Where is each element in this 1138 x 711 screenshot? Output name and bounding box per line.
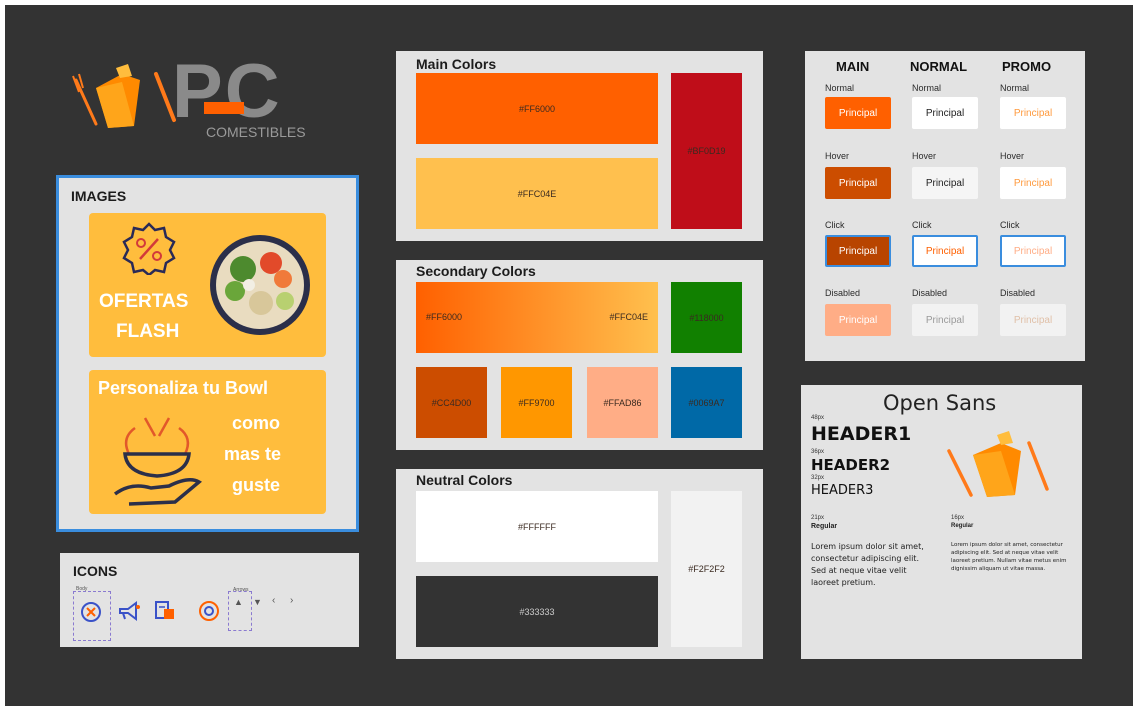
promo-button-click[interactable]: Principal	[1000, 235, 1066, 267]
ofertas-line2: FLASH	[116, 321, 180, 342]
swatch-yellow[interactable]: #FFC04E	[416, 158, 658, 229]
state-disabled-normal: Disabled	[912, 288, 948, 298]
state-hover-main: Hover	[825, 151, 850, 161]
close-circle-icon[interactable]	[80, 601, 102, 623]
state-disabled-main: Disabled	[825, 288, 861, 298]
normal-button-hover[interactable]: Principal	[912, 167, 978, 199]
column-normal: NORMAL	[910, 59, 968, 74]
swatch-gradient[interactable]: #FF6000 #FFC04E	[416, 282, 658, 353]
body2-sample: Lorem ipsum dolor sit amet, consectetur …	[951, 542, 1067, 572]
state-click-promo: Click	[1000, 220, 1020, 230]
normal-button-normal[interactable]: Principal	[912, 97, 978, 129]
column-main: MAIN	[836, 59, 870, 74]
logo: PC COMESTIBLES	[70, 49, 350, 144]
state-hover-promo: Hover	[1000, 151, 1025, 161]
personaliza-line1: como	[232, 413, 281, 433]
logo-letters: PC	[172, 49, 282, 134]
swatch-amber[interactable]: #FF9700	[501, 367, 572, 438]
arrow-up-icon[interactable]: ▲	[234, 597, 243, 607]
receipt-icon[interactable]	[152, 599, 178, 623]
personaliza-line3: guste	[232, 475, 281, 495]
swatch-peach[interactable]: #FFAD86	[587, 367, 658, 438]
state-normal-promo: Normal	[1000, 83, 1030, 93]
main-button-hover[interactable]: Principal	[825, 167, 891, 199]
font-name: Open Sans	[883, 391, 997, 415]
promo-button-hover[interactable]: Principal	[1000, 167, 1066, 199]
h1-sample: HEADER1	[811, 423, 912, 445]
swatch-green[interactable]: #118000	[671, 282, 742, 353]
state-hover-normal: Hover	[912, 151, 937, 161]
personaliza-bowl-card[interactable]: Personaliza tu Bowl como mas te guste	[89, 370, 326, 514]
ofertas-line1: OFERTAS	[99, 291, 189, 312]
column-promo: PROMO	[1002, 59, 1052, 74]
promo-button-disabled[interactable]: Principal	[1000, 304, 1066, 336]
h2-size: 36px	[811, 449, 825, 455]
body2-size: 16px	[951, 515, 965, 521]
main-colors-panel: Main Colors #FF6000 #FFC04E #BF0D19	[396, 51, 763, 241]
normal-button-click[interactable]: Principal	[912, 235, 978, 267]
swatch-orange[interactable]: #FF6000	[416, 73, 658, 144]
h3-sample: HEADER3	[811, 483, 874, 498]
ofertas-flash-card[interactable]: OFERTAS FLASH	[89, 213, 326, 357]
swatch-dark-orange[interactable]: #CC4D00	[416, 367, 487, 438]
body2-weight: Regular	[951, 523, 974, 529]
secondary-colors-title: Secondary Colors	[416, 263, 536, 279]
megaphone-icon[interactable]	[116, 599, 142, 623]
arrow-down-icon[interactable]: ▼	[253, 597, 262, 607]
gradient-start-label: #FF6000	[426, 312, 463, 322]
body1-size: 21px	[811, 515, 825, 521]
body1-sample: Lorem ipsum dolor sit amet, consectetur …	[811, 542, 924, 587]
salad-bowl-image	[210, 235, 310, 335]
swatch-light-gray[interactable]: #F2F2F2	[671, 491, 742, 647]
state-normal-main: Normal	[825, 83, 855, 93]
state-normal-normal: Normal	[912, 83, 942, 93]
gradient-end-label: #FFC04E	[609, 312, 648, 322]
promo-button-normal[interactable]: Principal	[1000, 97, 1066, 129]
refresh-coin-icon[interactable]	[196, 599, 222, 623]
bowl-hand-icon	[113, 417, 203, 506]
h2-sample: HEADER2	[811, 456, 891, 474]
personaliza-line2: mas te	[224, 444, 282, 464]
secondary-colors-panel: Secondary Colors #FF6000 #FFC04E #118000…	[396, 260, 763, 450]
body1-weight: Regular	[811, 523, 838, 530]
h3-size: 32px	[811, 475, 825, 481]
swatch-white[interactable]: #FFFFFF	[416, 491, 658, 562]
icons-title: ICONS	[73, 563, 118, 579]
main-button-click[interactable]: Principal	[825, 235, 891, 267]
normal-button-disabled[interactable]: Principal	[912, 304, 978, 336]
percent-badge-icon	[122, 222, 176, 275]
button-states-panel: MAIN NORMAL PROMO Normal Normal Normal P…	[805, 51, 1085, 361]
images-title: IMAGES	[71, 188, 127, 204]
icons-panel: ICONS Body Arrows ▲ ▼ ‹ ›	[60, 553, 359, 647]
neutral-colors-panel: Neutral Colors #FFFFFF #333333 #F2F2F2	[396, 469, 763, 659]
swatch-charcoal[interactable]: #333333	[416, 576, 658, 647]
arrow-left-icon[interactable]: ‹	[272, 595, 275, 606]
logo-mark-icon	[72, 64, 176, 128]
main-button-normal[interactable]: Principal	[825, 97, 891, 129]
h1-size: 48px	[811, 415, 825, 421]
logo-mark-illustration	[947, 431, 1049, 497]
state-click-main: Click	[825, 220, 845, 230]
logo-subtitle: COMESTIBLES	[206, 124, 306, 140]
swatch-red[interactable]: #BF0D19	[671, 73, 742, 229]
typography-panel: Open Sans 48px HEADER1 36px HEADER2 32px…	[801, 385, 1082, 659]
swatch-blue[interactable]: #0069A7	[671, 367, 742, 438]
logo-accent-bar	[204, 102, 244, 114]
neutral-colors-title: Neutral Colors	[416, 472, 513, 488]
main-button-disabled[interactable]: Principal	[825, 304, 891, 336]
state-click-normal: Click	[912, 220, 932, 230]
state-disabled-promo: Disabled	[1000, 288, 1036, 298]
main-colors-title: Main Colors	[416, 56, 497, 72]
arrow-right-icon[interactable]: ›	[290, 595, 293, 606]
personaliza-title: Personaliza tu Bowl	[98, 378, 269, 398]
